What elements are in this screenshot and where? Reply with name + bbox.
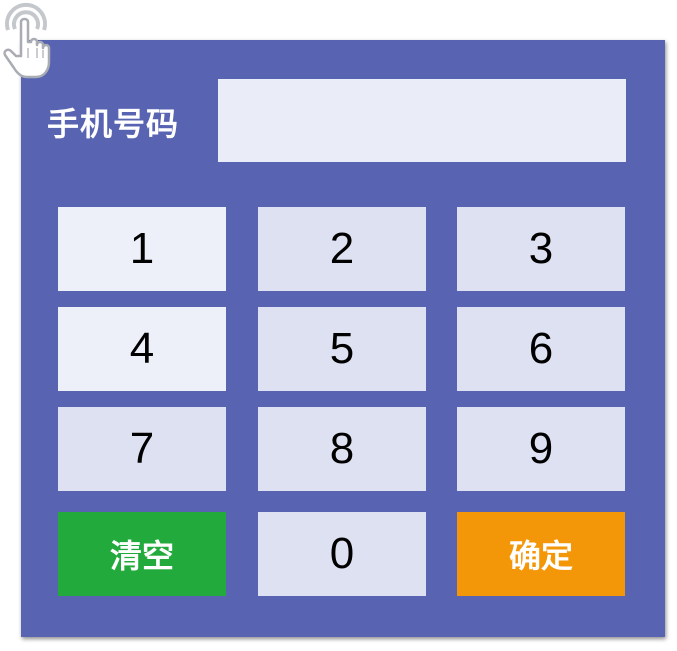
key-1[interactable]: 1: [58, 207, 226, 291]
confirm-button[interactable]: 确定: [457, 512, 625, 596]
key-6[interactable]: 6: [457, 307, 625, 391]
key-0[interactable]: 0: [258, 512, 426, 596]
key-3[interactable]: 3: [457, 207, 625, 291]
key-8[interactable]: 8: [258, 407, 426, 491]
phone-number-label: 手机号码: [47, 105, 180, 143]
clear-button[interactable]: 清空: [58, 512, 226, 596]
keypad-panel: 手机号码 1 2 3 4 5 6 7 8 9 清空 0 确定: [21, 40, 665, 637]
key-7[interactable]: 7: [58, 407, 226, 491]
key-5[interactable]: 5: [258, 307, 426, 391]
key-4[interactable]: 4: [58, 307, 226, 391]
hand-pointer-icon: [3, 2, 51, 79]
phone-number-input[interactable]: [218, 79, 626, 162]
key-2[interactable]: 2: [258, 207, 426, 291]
screen: 手机号码 1 2 3 4 5 6 7 8 9 清空 0 确定: [0, 0, 677, 651]
key-9[interactable]: 9: [457, 407, 625, 491]
